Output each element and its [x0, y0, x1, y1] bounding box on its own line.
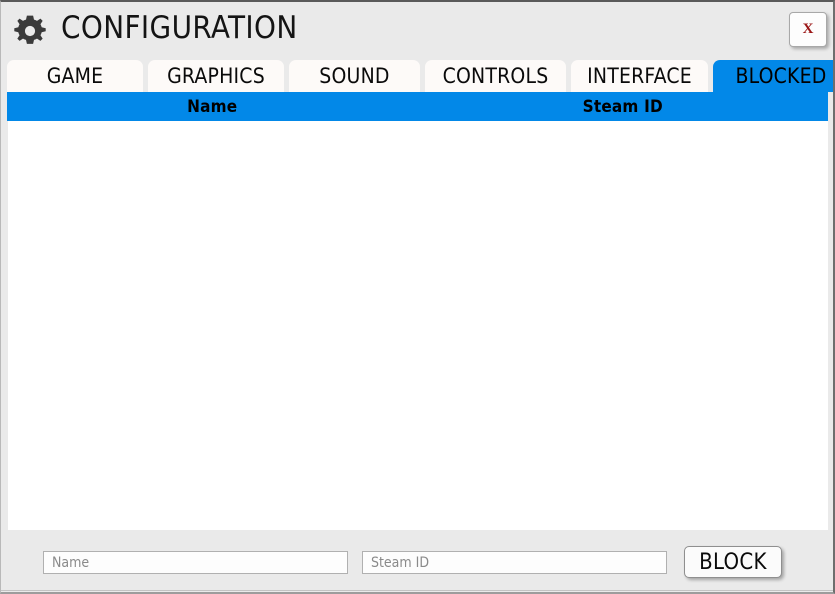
column-header-name: Name [187, 96, 238, 117]
configuration-window: CONFIGURATION X GAME GRAPHICS SOUND CONTROL… [0, 0, 835, 594]
list-column-headers: Name Steam ID [7, 92, 828, 121]
tab-bar: GAME GRAPHICS SOUND CONTROLS INTERFACE BLOCKE… [7, 60, 833, 92]
tab-sound[interactable]: SOUND [289, 60, 420, 92]
bottom-divider [1, 590, 833, 591]
tab-interface[interactable]: INTERFACE [571, 60, 708, 92]
steam-id-input[interactable] [362, 551, 667, 574]
gear-icon [12, 13, 48, 49]
block-button[interactable]: BLOCK [684, 546, 782, 578]
title-bar: CONFIGURATION X [1, 2, 833, 54]
page-title: CONFIGURATION [61, 10, 298, 46]
tab-game[interactable]: GAME [7, 60, 143, 92]
tab-blocked[interactable]: BLOCKED [713, 60, 833, 92]
blocked-list[interactable] [8, 121, 828, 530]
column-header-steam-id: Steam ID [582, 96, 663, 117]
tab-controls[interactable]: CONTROLS [425, 60, 566, 92]
blocked-list-empty [8, 121, 828, 530]
close-button[interactable]: X [789, 12, 827, 47]
tab-graphics[interactable]: GRAPHICS [148, 60, 284, 92]
name-input[interactable] [43, 551, 348, 574]
